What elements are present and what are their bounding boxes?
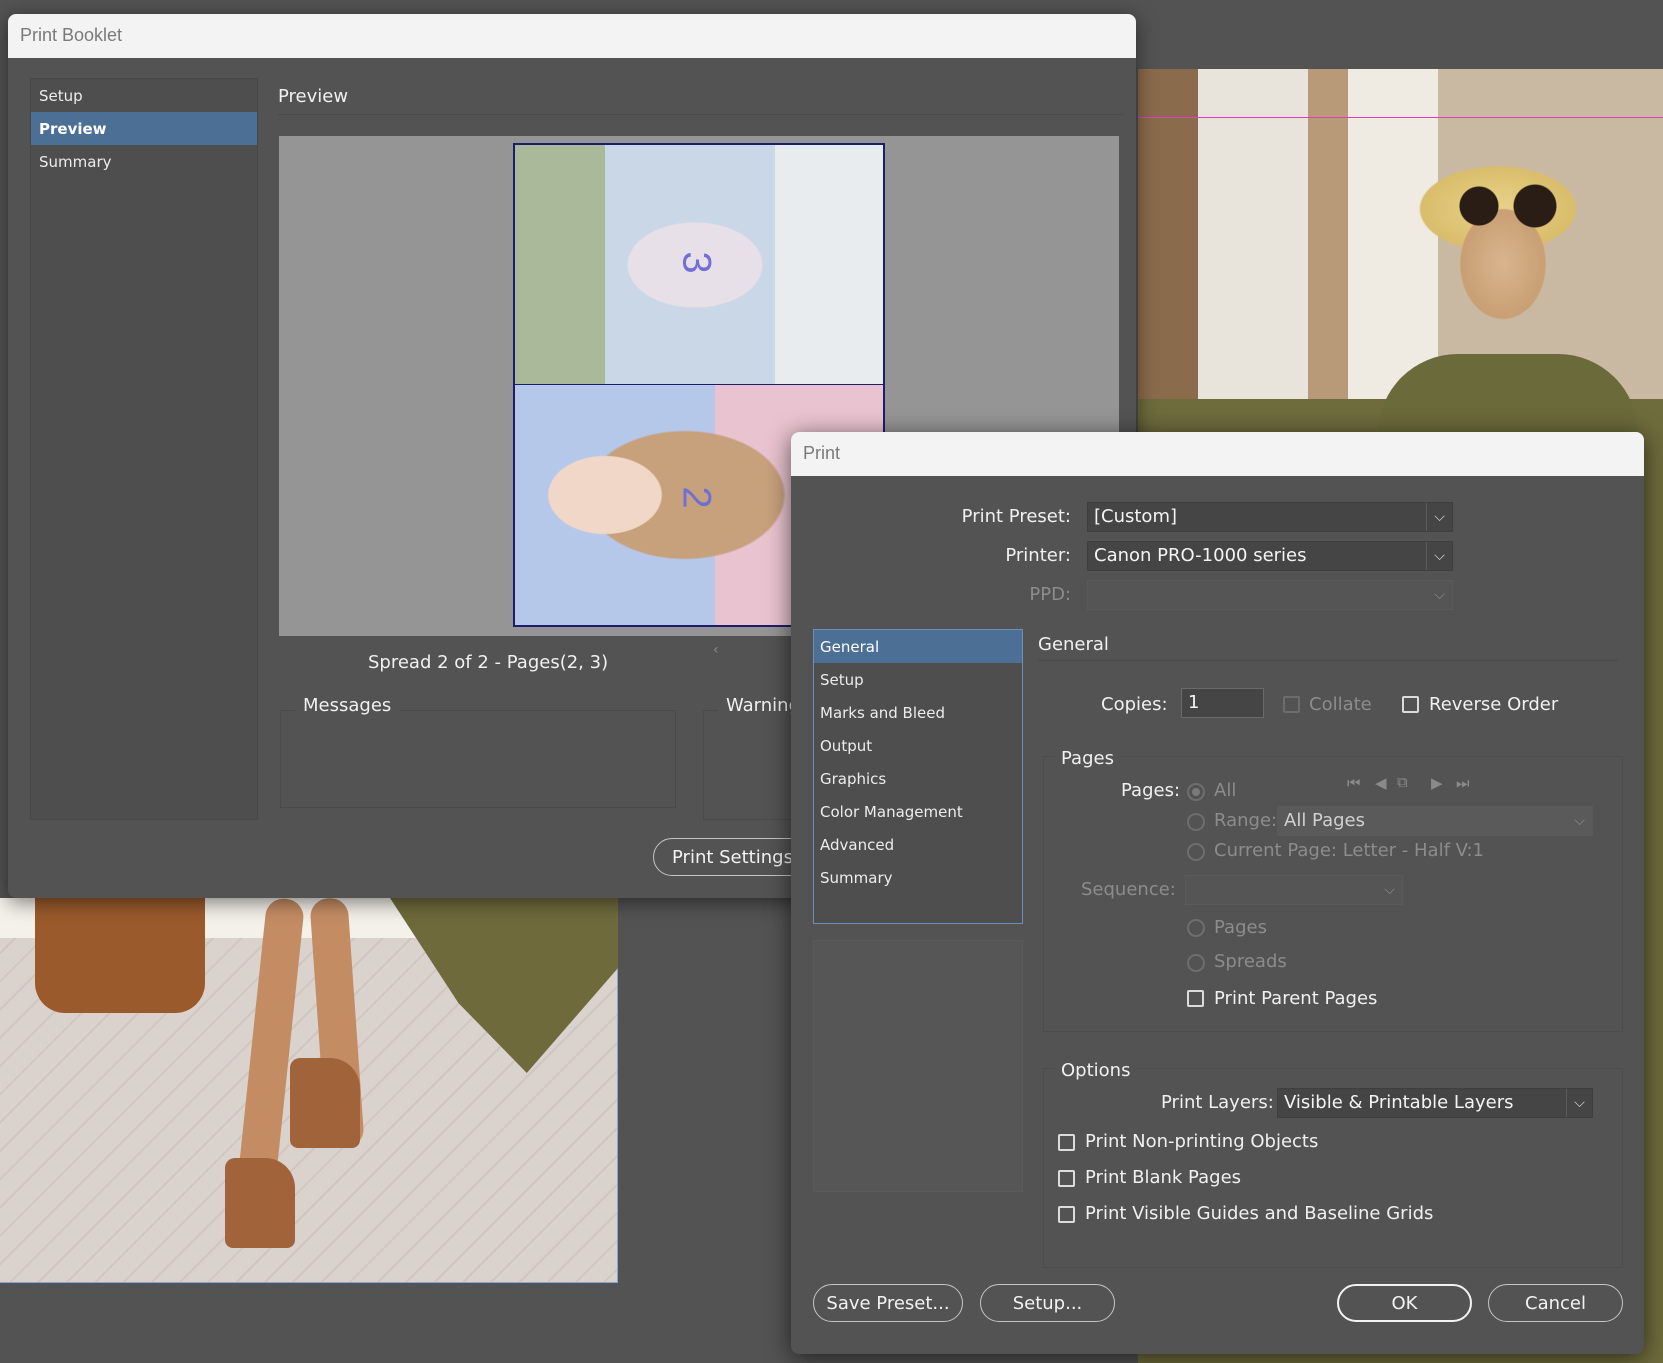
pages-label: Pages: bbox=[1121, 780, 1181, 801]
booklet-nav-preview[interactable]: Preview bbox=[31, 112, 257, 145]
print-nav-marks-and-bleed[interactable]: Marks and Bleed bbox=[814, 696, 1022, 729]
messages-box bbox=[280, 710, 676, 808]
photo-sunglasses bbox=[1453, 184, 1563, 228]
pages-all-label: All bbox=[1214, 780, 1237, 801]
page-number: 2 bbox=[674, 486, 719, 509]
photo-shoe bbox=[225, 1158, 295, 1248]
collate-checkbox[interactable] bbox=[1283, 696, 1300, 713]
cancel-button[interactable]: Cancel bbox=[1488, 1284, 1623, 1322]
photo-shoe bbox=[290, 1058, 360, 1148]
print-nav-general[interactable]: General bbox=[814, 630, 1022, 663]
print-nav-color-management[interactable]: Color Management bbox=[814, 795, 1022, 828]
copies-label: Copies: bbox=[1101, 694, 1168, 715]
guides-checkbox[interactable] bbox=[1058, 1206, 1075, 1223]
spread-label: Spread 2 of 2 - Pages(2, 3) bbox=[368, 652, 609, 673]
preview-page-3: 3 bbox=[515, 145, 883, 385]
print-layers-label: Print Layers: bbox=[1161, 1092, 1274, 1113]
document-photo-left bbox=[0, 896, 618, 1283]
first-page-icon[interactable]: ⏮ bbox=[1347, 774, 1361, 792]
divider bbox=[1038, 660, 1618, 661]
chevron-down-icon: ⌵ bbox=[1426, 503, 1452, 531]
range-label: Range: bbox=[1214, 810, 1278, 831]
guides-label: Print Visible Guides and Baseline Grids bbox=[1085, 1203, 1434, 1224]
blank-pages-label: Print Blank Pages bbox=[1085, 1167, 1242, 1188]
pages-group-title: Pages bbox=[1055, 748, 1120, 769]
range-value: All Pages bbox=[1284, 810, 1365, 831]
next-page-icon[interactable]: ▶ bbox=[1431, 774, 1443, 792]
printer-select[interactable]: Canon PRO-1000 series ⌵ bbox=[1087, 541, 1453, 571]
photo-skirt bbox=[390, 898, 618, 1073]
chevron-down-icon: ⌵ bbox=[1434, 587, 1445, 603]
setup-button[interactable]: Setup... bbox=[980, 1284, 1115, 1322]
chevron-down-icon: ⌵ bbox=[1426, 542, 1452, 570]
chevron-down-icon: ⌵ bbox=[1384, 882, 1395, 898]
print-titlebar: Print bbox=[791, 432, 1644, 476]
print-dialog: Print Print Preset: [Custom] ⌵ Printer: … bbox=[791, 432, 1644, 1354]
ok-button[interactable]: OK bbox=[1337, 1284, 1472, 1322]
chevron-down-icon: ⌵ bbox=[1566, 1089, 1592, 1117]
copies-input[interactable]: 1 bbox=[1181, 688, 1264, 718]
current-page-label: Current Page: Letter - Half V:1 bbox=[1214, 840, 1484, 861]
general-section-title: General bbox=[1038, 634, 1109, 655]
pages-layout-icon[interactable]: ⧉ bbox=[1397, 773, 1408, 791]
messages-label: Messages bbox=[295, 695, 400, 716]
print-nav-advanced[interactable]: Advanced bbox=[814, 828, 1022, 861]
non-printing-objects-label: Print Non-printing Objects bbox=[1085, 1131, 1319, 1152]
blank-pages-checkbox[interactable] bbox=[1058, 1170, 1075, 1187]
reverse-order-checkbox[interactable] bbox=[1402, 696, 1419, 713]
collate-label: Collate bbox=[1309, 694, 1372, 715]
print-preview-thumbnail bbox=[813, 940, 1023, 1192]
chevron-left-icon[interactable]: ‹ bbox=[713, 642, 719, 658]
options-group-title: Options bbox=[1055, 1060, 1137, 1081]
booklet-nav: Setup Preview Summary bbox=[30, 78, 258, 820]
print-nav-summary[interactable]: Summary bbox=[814, 861, 1022, 894]
non-printing-objects-checkbox[interactable] bbox=[1058, 1134, 1075, 1151]
sequence-select[interactable]: ⌵ bbox=[1185, 875, 1403, 905]
range-radio[interactable] bbox=[1187, 813, 1205, 831]
printer-label: Printer: bbox=[1005, 545, 1071, 566]
print-nav-output[interactable]: Output bbox=[814, 729, 1022, 762]
pages-all-radio[interactable] bbox=[1187, 783, 1205, 801]
range-select[interactable]: All Pages ⌵ bbox=[1277, 806, 1593, 836]
print-layers-value: Visible & Printable Layers bbox=[1284, 1092, 1514, 1113]
print-preset-label: Print Preset: bbox=[961, 506, 1071, 527]
booklet-nav-summary[interactable]: Summary bbox=[31, 145, 257, 178]
current-page-radio[interactable] bbox=[1187, 843, 1205, 861]
print-nav: General Setup Marks and Bleed Output Gra… bbox=[813, 629, 1023, 924]
sequence-label: Sequence: bbox=[1081, 879, 1176, 900]
ppd-label: PPD: bbox=[1029, 584, 1071, 605]
booklet-titlebar: Print Booklet bbox=[8, 14, 1136, 58]
print-preset-select[interactable]: [Custom] ⌵ bbox=[1087, 502, 1453, 532]
divider bbox=[278, 114, 1123, 115]
printer-value: Canon PRO-1000 series bbox=[1094, 545, 1307, 566]
print-nav-setup[interactable]: Setup bbox=[814, 663, 1022, 696]
sequence-spreads-radio[interactable] bbox=[1187, 954, 1205, 972]
print-nav-graphics[interactable]: Graphics bbox=[814, 762, 1022, 795]
sequence-pages-label: Pages bbox=[1214, 917, 1267, 938]
last-page-icon[interactable]: ⏭ bbox=[1456, 774, 1470, 792]
sequence-pages-radio[interactable] bbox=[1187, 919, 1205, 937]
print-parent-pages-label: Print Parent Pages bbox=[1214, 988, 1378, 1009]
booklet-nav-setup[interactable]: Setup bbox=[31, 79, 257, 112]
guide-line bbox=[1138, 117, 1663, 118]
sequence-spreads-label: Spreads bbox=[1214, 951, 1287, 972]
print-parent-pages-checkbox[interactable] bbox=[1187, 990, 1204, 1007]
booklet-section-title: Preview bbox=[278, 86, 349, 107]
ppd-select[interactable]: ⌵ bbox=[1087, 580, 1453, 610]
reverse-order-label: Reverse Order bbox=[1429, 694, 1559, 715]
print-preset-value: [Custom] bbox=[1094, 506, 1178, 527]
previous-page-icon[interactable]: ◀ bbox=[1375, 774, 1387, 792]
page-number: 3 bbox=[674, 251, 719, 274]
save-preset-button[interactable]: Save Preset... bbox=[813, 1284, 963, 1322]
chevron-down-icon: ⌵ bbox=[1574, 813, 1585, 829]
print-layers-select[interactable]: Visible & Printable Layers ⌵ bbox=[1277, 1088, 1593, 1118]
photo-handbag bbox=[35, 898, 205, 1013]
